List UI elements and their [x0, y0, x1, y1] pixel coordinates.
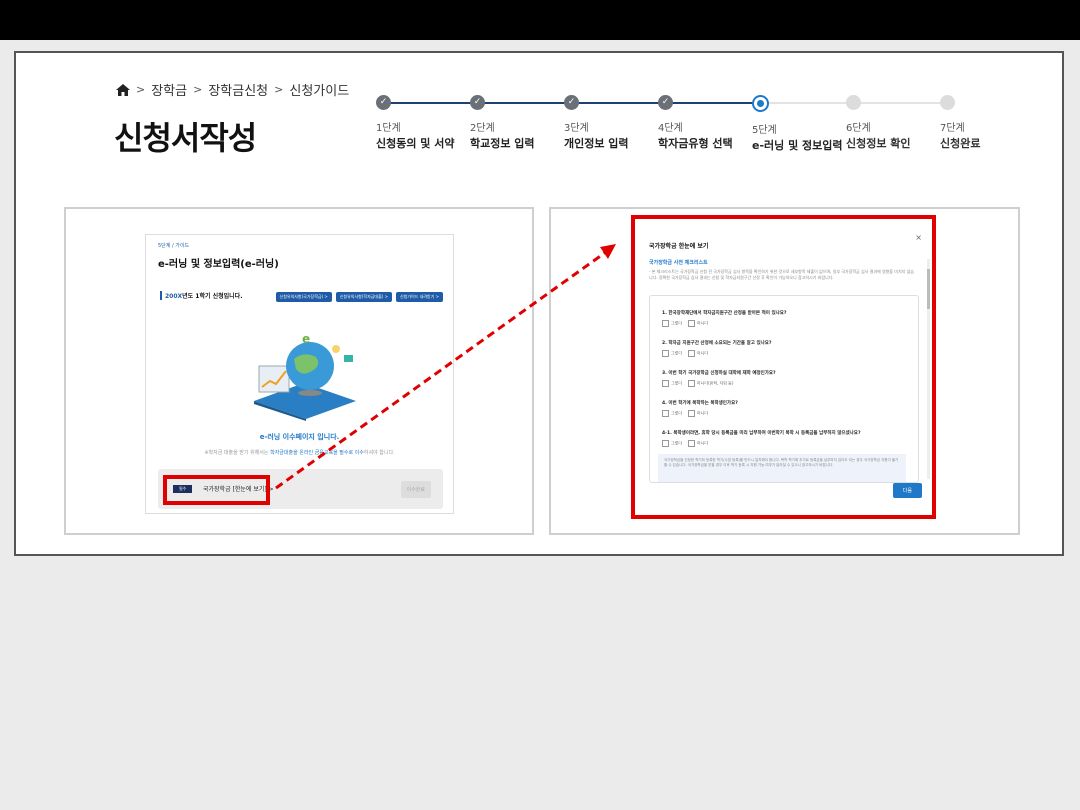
check-icon: ✓ [658, 95, 673, 110]
home-icon[interactable] [116, 83, 130, 96]
step-number: 7단계 [940, 123, 965, 134]
page-title: 신청서작성 [114, 119, 257, 157]
step-2: ✓ 2단계 학교정보 입력 [470, 95, 560, 151]
breadcrumb-item-apply[interactable]: 장학금신청 [208, 80, 268, 99]
checklist: 1. 한국장학재단에서 학자금지원구간 산정을 받아본 적이 있나요? 그렇다 … [649, 295, 919, 483]
semester-label: 200X년도 1학기 신청입니다. [160, 291, 242, 300]
step-1: ✓ 1단계 신청동의 및 서약 [376, 95, 466, 151]
modal-subtitle: 국가장학금 사전 체크리스트 [649, 260, 708, 266]
question-4-1: 4-1. 복학생이라면, 휴학 당시 등록금을 미리 납부하여 이번학기 복학 … [662, 431, 861, 436]
step-7: 7단계 신청완료 [940, 95, 980, 151]
step-4: ✓ 4단계 학자금유형 선택 [658, 95, 748, 151]
next-button[interactable]: 다음 [892, 483, 922, 498]
current-step-icon [752, 95, 769, 112]
checkbox-yes[interactable]: 그렇다 [662, 410, 682, 417]
question-3-options: 그렇다 아니다(휴학, 자퇴 등) [662, 380, 733, 387]
checkbox-no[interactable]: 아니다(휴학, 자퇴 등) [688, 380, 733, 387]
breadcrumb-separator: > [193, 83, 203, 96]
modal-title: 국가장학금 한눈에 보기 [649, 243, 709, 250]
inner-heading: e-러닝 및 정보입력(e-러닝) [158, 259, 279, 270]
step-name: 개인정보 입력 [564, 137, 629, 150]
top-black-bar [0, 0, 1080, 40]
elearning-title: e-러닝 이수페이지 입니다. [259, 433, 340, 441]
step-number: 2단계 [470, 123, 495, 134]
elearning-note: ※학자금 대출을 받기 위해서는 학자금대출을 온라인 금융교육을 필수로 이수… [146, 449, 453, 456]
completion-button[interactable]: 이수완료 [400, 481, 431, 498]
pending-step-icon [940, 95, 955, 110]
question-2: 2. 학자금 지원구간 산정에 소요되는 기간을 알고 있나요? [662, 341, 772, 346]
check-icon: ✓ [470, 95, 485, 110]
note-post: 하셔야 합니다. [363, 450, 395, 456]
question-1: 1. 한국장학재단에서 학자금지원구간 산정을 받아본 적이 있나요? [662, 311, 787, 316]
checkbox-yes[interactable]: 그렇다 [662, 440, 682, 447]
breadcrumb-item-guide[interactable]: 신청가이드 [289, 80, 349, 99]
question-3: 3. 이번 학기 국가장학금 신청하실 대학에 재학 예정인가요? [662, 371, 776, 376]
notice-loan-button[interactable]: 신청유의사항(학자금대출) > [335, 292, 392, 302]
step-5: 5단계 e-러닝 및 정보입력 [752, 95, 843, 153]
check-icon: ✓ [564, 95, 579, 110]
semester-text: 년도 1학기 신청입니다. [182, 293, 243, 300]
highlight-box-left [163, 475, 270, 505]
checkbox-no[interactable]: 아니다 [688, 410, 708, 417]
modal-intro: - 본 체크리스트는 국가장학금 신청 전 국가장학금 심사 항목을 확인하기 … [649, 269, 914, 280]
question-2-options: 그렇다 아니다 [662, 350, 708, 357]
checkbox-yes[interactable]: 그렇다 [662, 380, 682, 387]
checkbox-yes[interactable]: 그렇다 [662, 350, 682, 357]
close-icon[interactable]: × [915, 233, 922, 242]
elearning-screenshot: 5단계 / 가이드 e-러닝 및 정보입력(e-러닝) 200X년도 1학기 신… [145, 234, 454, 514]
modal-scrollbar[interactable] [927, 259, 930, 479]
scholarship-overview-modal: 국가장학금 한눈에 보기 × 국가장학금 사전 체크리스트 - 본 체크리스트는… [631, 215, 936, 519]
question-1-options: 그렇다 아니다 [662, 320, 708, 327]
inner-breadcrumb: 5단계 / 가이드 [158, 243, 190, 249]
left-panel: 5단계 / 가이드 e-러닝 및 정보입력(e-러닝) 200X년도 1학기 신… [64, 207, 534, 535]
checkbox-no[interactable]: 아니다 [688, 440, 708, 447]
step-number: 3단계 [564, 123, 589, 134]
breadcrumb-item-scholarship[interactable]: 장학금 [151, 80, 187, 99]
step-number: 1단계 [376, 123, 401, 134]
question-4: 4. 이번 학기에 복학하는 복학생인가요? [662, 401, 738, 406]
progress-stepper: ✓ 1단계 신청동의 및 서약 ✓ 2단계 학교정보 입력 ✓ 3단계 개인정보… [376, 95, 980, 155]
breadcrumb-separator: > [136, 83, 146, 96]
question-4-1-options: 그렇다 아니다 [662, 440, 708, 447]
step-name: 학교정보 입력 [470, 137, 535, 150]
step-3: ✓ 3단계 개인정보 입력 [564, 95, 654, 151]
question-4-options: 그렇다 아니다 [662, 410, 708, 417]
semester-year: 200X [165, 293, 183, 300]
elearning-globe-illustration: e [254, 332, 356, 421]
download-guide-button[interactable]: 신청가이드 내려받기 > [395, 292, 443, 302]
notice-scholarship-button[interactable]: 신청유의사항(국가장학금) > [275, 292, 332, 302]
guide-buttons: 신청유의사항(국가장학금) > 신청유의사항(학자금대출) > 신청가이드 내려… [275, 292, 443, 302]
checkbox-no[interactable]: 아니다 [688, 320, 708, 327]
checkbox-yes[interactable]: 그렇다 [662, 320, 682, 327]
checklist-note: 국가장학금을 신청한 학기와 등록한 학기(수업 등록)를 반드시 일치해야 합… [658, 454, 906, 482]
breadcrumb: > 장학금 > 장학금신청 > 신청가이드 [116, 80, 349, 99]
checkbox-no[interactable]: 아니다 [688, 350, 708, 357]
pending-step-icon [846, 95, 861, 110]
step-name: 신청정보 확인 [846, 137, 911, 150]
step-name: 학자금유형 선택 [658, 137, 733, 150]
step-name: 신청완료 [940, 137, 981, 150]
step-name: e-러닝 및 정보입력 [752, 139, 843, 152]
check-icon: ✓ [376, 95, 391, 110]
step-6: 6단계 신청정보 확인 [846, 95, 936, 151]
svg-text:e: e [302, 332, 310, 346]
step-name: 신청동의 및 서약 [376, 137, 455, 150]
note-highlight: 학자금대출을 온라인 금융교육을 필수로 이수 [270, 450, 364, 456]
note-pre: ※학자금 대출을 받기 위해서는 [204, 450, 271, 456]
step-number: 4단계 [658, 123, 683, 134]
breadcrumb-separator: > [274, 83, 284, 96]
step-number: 5단계 [752, 125, 777, 136]
step-number: 6단계 [846, 123, 871, 134]
